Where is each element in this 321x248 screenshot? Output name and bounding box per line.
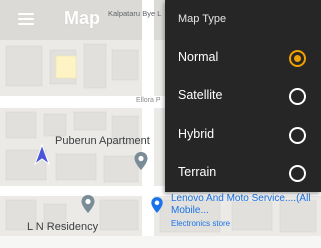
map-type-title: Map Type	[178, 13, 227, 25]
navigation-arrow-icon	[33, 144, 51, 166]
place-label-ln-residency[interactable]: L N Residency	[27, 221, 98, 233]
radio-unselected-icon[interactable]	[289, 127, 306, 144]
place-label-puberun-apartment[interactable]: Puberun Apartment	[55, 135, 150, 147]
radio-selected-icon[interactable]	[289, 50, 306, 67]
map-type-option-label: Normal	[178, 50, 219, 64]
map-type-option-terrain[interactable]: Terrain	[165, 155, 321, 191]
street-label-ellora: Ellora P	[136, 97, 161, 104]
place-pin-icon[interactable]	[150, 196, 164, 214]
map-type-option-label: Hybrid	[178, 127, 215, 141]
radio-unselected-icon[interactable]	[289, 165, 306, 182]
map-type-option-normal[interactable]: Normal	[165, 40, 321, 76]
map-type-option-hybrid[interactable]: Hybrid	[165, 117, 321, 153]
place-pin-icon[interactable]	[80, 194, 96, 214]
place-label-lenovo-service[interactable]: Lenovo And Moto Service....(All Mobile..…	[171, 193, 311, 217]
map-type-option-label: Satellite	[178, 88, 223, 102]
radio-unselected-icon[interactable]	[289, 88, 306, 105]
map-type-option-satellite[interactable]: Satellite	[165, 78, 321, 114]
app-title: Map	[64, 8, 100, 28]
hamburger-menu-icon[interactable]	[18, 10, 38, 30]
map-type-panel: Map Type Normal Satellite Hybrid Terrain	[165, 0, 321, 192]
place-category-electronics-store: Electronics store	[171, 219, 231, 228]
place-pin-icon[interactable]	[133, 151, 149, 171]
street-label-kalpataru: Kalpataru Bye L	[108, 9, 162, 18]
map-type-option-label: Terrain	[178, 165, 217, 179]
place-label-lenovo-service-name: Lenovo And Moto Service....(All Mobile..…	[171, 193, 311, 216]
